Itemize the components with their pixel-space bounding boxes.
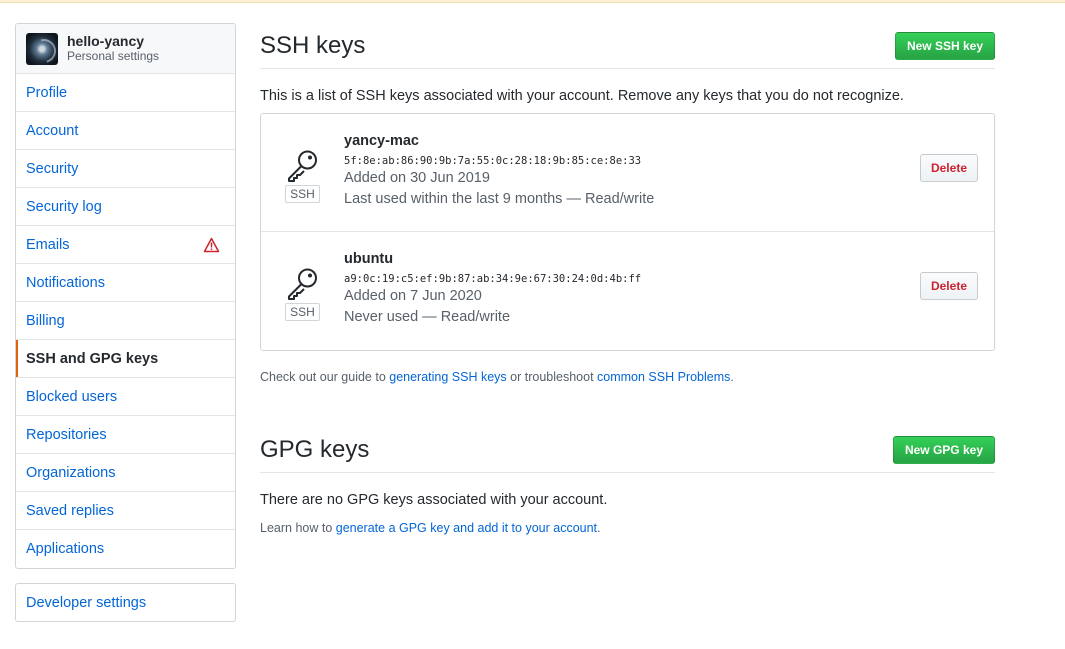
generating-ssh-keys-link[interactable]: generating SSH keys [389,370,506,384]
ssh-key-icon-column: SSH [261,114,344,231]
sidebar-item-security[interactable]: Security [16,150,235,188]
ssh-help-note: Check out our guide to generating SSH ke… [260,370,995,384]
sidebar-item-account[interactable]: Account [16,112,235,150]
username[interactable]: hello-yancy [67,33,159,49]
ssh-help-text: Check out our guide to [260,370,390,384]
ssh-key-icon-column: SSH [261,232,344,350]
sidebar-item-label: Applications [26,541,105,557]
ssh-key-usage: Last used within the last 9 months — Rea… [344,191,655,207]
sidebar-item-developer-settings[interactable]: Developer settings [15,583,236,622]
ssh-key-fingerprint: a9:0c:19:c5:ef:9b:87:ab:34:9e:67:30:24:0… [344,273,642,285]
sidebar-item-applications[interactable]: Applications [16,530,235,568]
ssh-key-fingerprint: 5f:8e:ab:86:90:9b:7a:55:0c:28:18:9b:85:c… [344,155,642,167]
sidebar-item-label: Security [26,160,79,177]
sidebar-item-profile[interactable]: Profile [16,74,235,112]
sidebar-user-header: hello-yancy Personal settings [16,24,235,74]
key-icon [287,268,317,300]
main-content: SSH keys New SSH key This is a list of S… [260,23,995,535]
sidebar-item-label: Developer settings [26,594,147,611]
ssh-key-title: yancy-mac [344,133,419,149]
gpg-keys-header: GPG keys New GPG key [260,427,995,473]
ssh-keys-title: SSH keys [260,31,366,59]
ssh-key-list: SSH yancy-mac 5f:8e:ab:86:90:9b:7a:55:0c… [260,113,995,351]
sidebar-item-label: Emails [26,236,70,253]
gpg-help-text: Learn how to [260,521,336,535]
ssh-key-added-date: Added on 30 Jun 2019 [344,170,490,186]
sidebar-item-label: Organizations [26,464,116,481]
ssh-badge: SSH [285,184,320,203]
sidebar-item-label: Billing [26,312,65,329]
sidebar-item-billing[interactable]: Billing [16,302,235,340]
gpg-empty-message: There are no GPG keys associated with yo… [260,492,608,508]
ssh-key-title: ubuntu [344,251,394,267]
sidebar-item-label: Saved replies [26,502,114,519]
sidebar-item-repositories[interactable]: Repositories [16,416,235,454]
sidebar-item-label: Notifications [26,274,105,291]
ssh-keys-header: SSH keys New SSH key [260,23,995,69]
ssh-badge: SSH [285,303,320,321]
gpg-keys-section: GPG keys New GPG key There are no GPG ke… [260,427,995,535]
ssh-key-item: SSH ubuntu a9:0c:19:c5:ef:9b:87:ab:34:9e… [261,232,994,350]
ssh-help-text: . [730,370,734,384]
ssh-key-added-date: Added on 7 Jun 2020 [344,288,482,304]
sidebar-item-security-log[interactable]: Security log [16,188,235,226]
ssh-key-usage: Never used — Read/write [344,309,511,325]
sidebar-item-blocked-users[interactable]: Blocked users [16,378,235,416]
top-banner-edge [0,0,1065,3]
sidebar-item-label: Blocked users [26,388,118,405]
new-ssh-key-button[interactable]: New SSH key [894,31,995,60]
ssh-key-details: yancy-mac 5f:8e:ab:86:90:9b:7a:55:0c:28:… [344,114,654,231]
sidebar-item-label: SSH and GPG keys [26,350,159,367]
sidebar-item-label: Account [26,122,79,139]
sidebar-item-emails[interactable]: Emails [16,226,235,264]
sidebar-item-notifications[interactable]: Notifications [16,264,235,302]
sidebar-user-info: hello-yancy Personal settings [67,33,159,64]
gpg-keys-title: GPG keys [260,435,370,463]
ssh-keys-description: This is a list of SSH keys associated wi… [260,88,904,104]
sidebar-item-label: Repositories [26,426,107,443]
gpg-help-text: . [597,521,601,535]
gpg-help-note: Learn how to generate a GPG key and add … [260,521,995,535]
sidebar-item-organizations[interactable]: Organizations [16,454,235,492]
sidebar-item-label: Security log [26,198,102,215]
key-icon [287,150,317,182]
delete-ssh-key-button[interactable]: Delete [919,154,978,182]
sidebar-item-label: Profile [26,84,68,101]
warning-icon [203,237,220,252]
settings-sidebar: hello-yancy Personal settings Profile Ac… [15,23,236,569]
sidebar-item-ssh-gpg-keys[interactable]: SSH and GPG keys [16,340,235,378]
ssh-help-text: or troubleshoot [506,370,598,384]
new-gpg-key-button[interactable]: New GPG key [892,435,995,464]
generate-gpg-key-link[interactable]: generate a GPG key and add it to your ac… [336,521,597,535]
delete-ssh-key-button[interactable]: Delete [919,272,978,300]
common-ssh-problems-link[interactable]: common SSH Problems [597,370,730,384]
sidebar-item-saved-replies[interactable]: Saved replies [16,492,235,530]
ssh-key-details: ubuntu a9:0c:19:c5:ef:9b:87:ab:34:9e:67:… [344,232,641,350]
ssh-key-item: SSH yancy-mac 5f:8e:ab:86:90:9b:7a:55:0c… [261,114,994,232]
personal-settings-label: Personal settings [67,49,160,63]
avatar[interactable] [26,32,58,65]
